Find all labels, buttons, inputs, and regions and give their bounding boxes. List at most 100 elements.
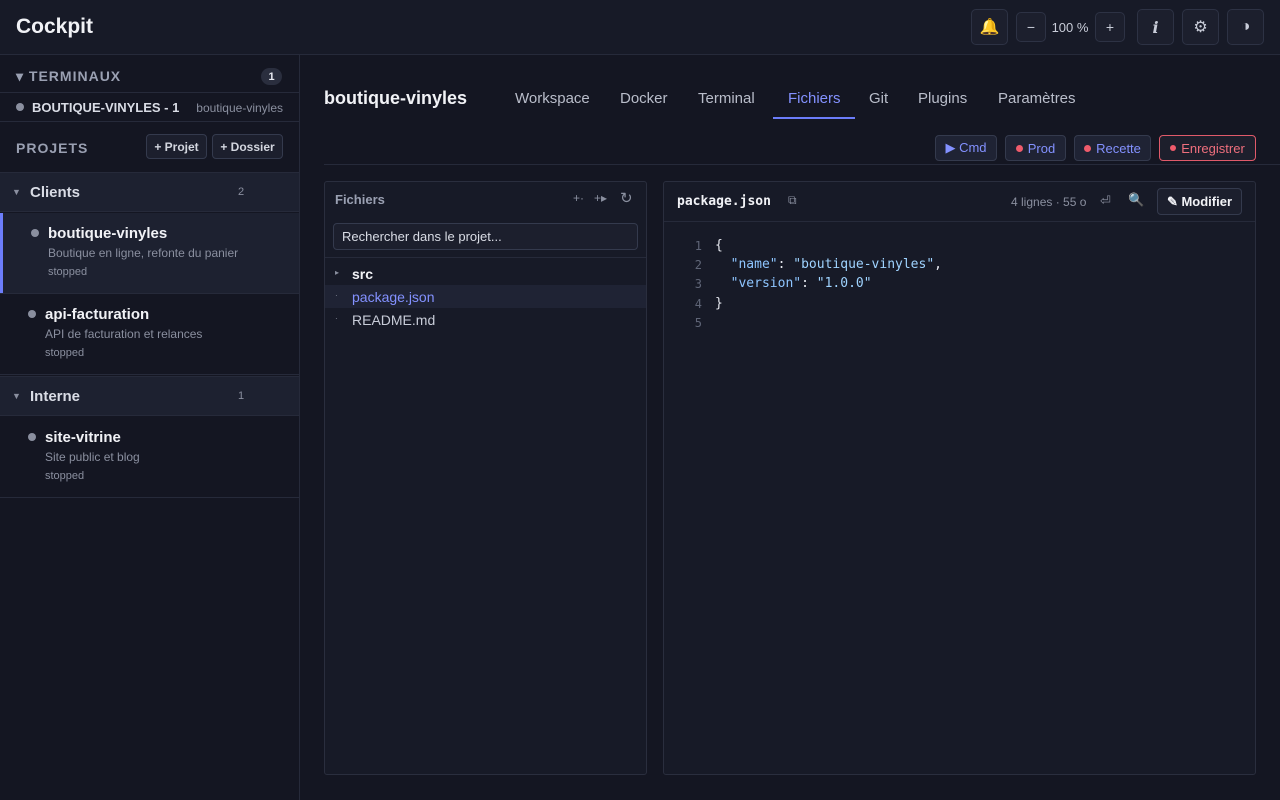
terminals-header[interactable]: ▾ TERMINAUX 1 bbox=[0, 55, 299, 91]
wrap-icon[interactable]: ⏎ bbox=[1100, 193, 1111, 209]
editor-header: package.json ⧉ 4 lignes · 55 o ⏎ 🔍 ✎ Mod… bbox=[664, 182, 1255, 222]
project-item-boutique-vinyles[interactable]: boutique-vinyles Boutique en ligne, refo… bbox=[0, 213, 299, 294]
tab-git[interactable]: Git bbox=[869, 90, 888, 107]
project-item-site-vitrine[interactable]: site-vitrine Site public et blog stopped bbox=[0, 417, 299, 498]
project-name: boutique-vinyles bbox=[48, 225, 168, 242]
notifications-button[interactable]: 🔔 bbox=[971, 9, 1008, 45]
chevron-right-icon: ▸ bbox=[335, 268, 340, 277]
status-dot bbox=[28, 433, 36, 441]
project-description: Site public et blog bbox=[45, 450, 140, 464]
status-dot bbox=[31, 229, 39, 237]
group-name: Clients bbox=[30, 184, 81, 201]
file-name: package.json bbox=[352, 289, 435, 305]
copy-icon[interactable]: ⧉ bbox=[788, 193, 797, 208]
add-project-button[interactable]: + Projet bbox=[146, 134, 207, 159]
edit-button[interactable]: ✎ Modifier bbox=[1157, 188, 1242, 215]
code-line: 1 { bbox=[664, 237, 1255, 256]
terminal-project: boutique-vinyles bbox=[196, 101, 283, 115]
project-name: api-facturation bbox=[45, 306, 150, 323]
json-punct: , bbox=[934, 257, 942, 273]
info-button[interactable]: i bbox=[1137, 9, 1174, 45]
group-count: 1 bbox=[238, 390, 245, 402]
file-tree-item-readme[interactable]: · README.md bbox=[325, 308, 646, 331]
line-content: { bbox=[715, 238, 723, 253]
status-dot bbox=[1084, 144, 1092, 152]
project-status: stopped bbox=[48, 266, 88, 278]
add-folder-button[interactable]: + Dossier bbox=[212, 134, 283, 159]
new-folder-icon[interactable]: +▸ bbox=[594, 191, 607, 205]
zoom-level: 100 % bbox=[1051, 20, 1089, 35]
terminal-name: BOUTIQUE-VINYLES - 1 bbox=[32, 100, 180, 115]
project-name: site-vitrine bbox=[45, 429, 121, 446]
tab-plugins[interactable]: Plugins bbox=[918, 90, 967, 107]
project-description: Boutique en ligne, refonte du panier bbox=[48, 246, 239, 260]
search-icon[interactable]: 🔍 bbox=[1128, 192, 1144, 208]
tab-workspace[interactable]: Workspace bbox=[515, 90, 590, 107]
recette-label: Recette bbox=[1096, 140, 1141, 156]
tab-terminal[interactable]: Terminal bbox=[698, 90, 755, 107]
group-header-interne[interactable]: ▼ Interne 1 bbox=[0, 376, 299, 416]
line-content: "version": "1.0.0" bbox=[730, 276, 872, 292]
code-view[interactable]: 1 { 2 "name": "boutique-vinyles", 3 "ver… bbox=[664, 237, 1255, 333]
search-input[interactable] bbox=[333, 223, 638, 250]
json-key: "name" bbox=[730, 257, 778, 273]
file-name: README.md bbox=[352, 312, 436, 328]
settings-button[interactable]: ⚙ bbox=[1182, 9, 1219, 45]
group-header-clients[interactable]: ▼ Clients 2 bbox=[0, 172, 299, 212]
file-name: src bbox=[352, 266, 374, 282]
record-button[interactable]: Enregistrer bbox=[1159, 135, 1256, 161]
tab-fichiers[interactable]: Fichiers bbox=[788, 90, 841, 107]
file-icon: · bbox=[335, 291, 338, 300]
bell-icon: 🔔 bbox=[979, 19, 1000, 36]
cmd-button[interactable]: ▶ Cmd bbox=[935, 135, 997, 161]
zoom-in-button[interactable]: + bbox=[1095, 12, 1125, 42]
status-dot bbox=[1015, 144, 1023, 152]
line-number: 3 bbox=[694, 277, 702, 292]
app-title: Cockpit bbox=[16, 15, 94, 38]
code-line: 5 bbox=[664, 314, 1255, 333]
divider bbox=[324, 164, 1280, 165]
prod-label: Prod bbox=[1027, 140, 1056, 156]
chevron-down-icon: ▼ bbox=[12, 187, 21, 197]
editor-panel: package.json ⧉ 4 lignes · 55 o ⏎ 🔍 ✎ Mod… bbox=[663, 181, 1256, 775]
record-label: Enregistrer bbox=[1181, 140, 1245, 156]
new-file-icon[interactable]: +· bbox=[573, 191, 584, 205]
files-panel: Fichiers +· +▸ ↻ ▸ src · package.json · … bbox=[324, 181, 647, 775]
json-value: "1.0.0" bbox=[816, 276, 872, 292]
tab-docker[interactable]: Docker bbox=[620, 90, 668, 107]
json-key: "version" bbox=[730, 276, 802, 292]
contrast-icon: ◑ bbox=[1240, 18, 1251, 35]
recette-button[interactable]: Recette bbox=[1074, 135, 1151, 161]
gear-icon: ⚙ bbox=[1193, 19, 1208, 36]
line-number: 4 bbox=[694, 296, 702, 311]
group-name: Interne bbox=[30, 388, 81, 405]
project-description: API de facturation et relances bbox=[45, 327, 203, 341]
theme-toggle-button[interactable]: ◑ bbox=[1227, 9, 1264, 45]
page-title: boutique-vinyles bbox=[324, 88, 468, 108]
chevron-down-icon: ▼ bbox=[12, 391, 21, 401]
divider bbox=[325, 257, 646, 258]
file-meta: 4 lignes · 55 o bbox=[1011, 195, 1087, 209]
terminal-item[interactable]: BOUTIQUE-VINYLES - 1 boutique-vinyles bbox=[0, 92, 299, 122]
file-tree-item-package-json[interactable]: · package.json bbox=[325, 285, 646, 308]
prod-button[interactable]: Prod bbox=[1005, 135, 1066, 161]
active-tab-indicator bbox=[773, 117, 855, 119]
code-line: 3 "version": "1.0.0" bbox=[664, 275, 1255, 294]
refresh-icon[interactable]: ↻ bbox=[620, 189, 633, 207]
zoom-out-button[interactable]: − bbox=[1016, 12, 1046, 42]
project-item-api-facturation[interactable]: api-facturation API de facturation et re… bbox=[0, 294, 299, 375]
json-value: "boutique-vinyles" bbox=[793, 257, 935, 273]
file-tree-folder-src[interactable]: ▸ src bbox=[325, 262, 646, 285]
terminals-title: ▾ TERMINAUX bbox=[16, 68, 122, 84]
line-number: 2 bbox=[694, 258, 702, 273]
projects-header: PROJETS + Projet + Dossier bbox=[0, 122, 299, 172]
files-panel-title: Fichiers bbox=[335, 192, 385, 207]
sidebar: ▾ TERMINAUX 1 BOUTIQUE-VINYLES - 1 bouti… bbox=[0, 55, 300, 800]
tab-parametres[interactable]: Paramètres bbox=[998, 90, 1076, 107]
project-status: stopped bbox=[45, 470, 85, 482]
projects-title: PROJETS bbox=[16, 140, 89, 156]
line-content: "name": "boutique-vinyles", bbox=[730, 257, 942, 273]
code-line: 4 } bbox=[664, 295, 1255, 314]
record-dot bbox=[1170, 145, 1177, 151]
code-line: 2 "name": "boutique-vinyles", bbox=[664, 256, 1255, 275]
